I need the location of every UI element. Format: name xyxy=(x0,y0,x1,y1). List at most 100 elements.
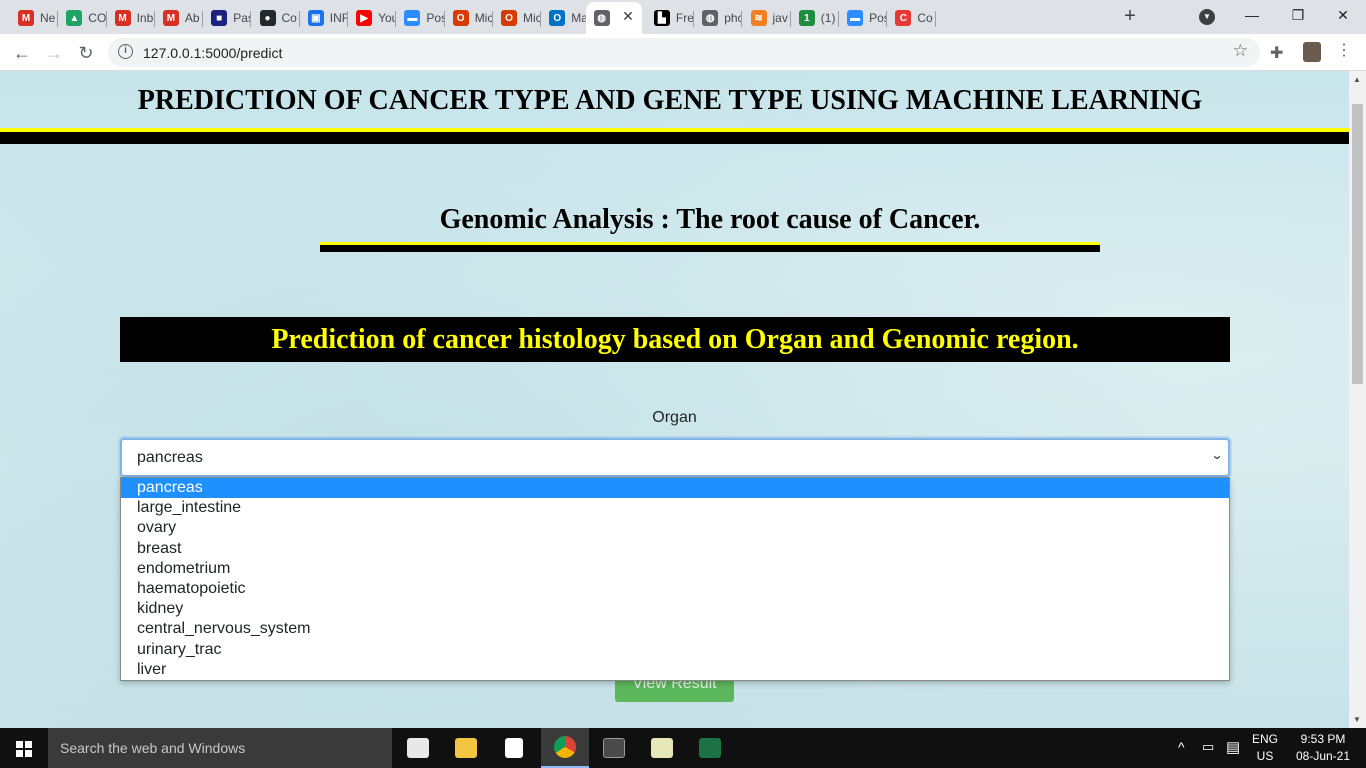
organ-option[interactable]: ovary xyxy=(121,518,1229,538)
terminal-app-icon[interactable] xyxy=(590,728,638,768)
browser-tab[interactable]: ▣ INF xyxy=(300,4,349,32)
title-divider-black xyxy=(0,132,1349,144)
scroll-up-arrow-icon[interactable]: ▲ xyxy=(1353,75,1361,84)
browser-tab[interactable]: O Ma xyxy=(541,4,590,32)
restore-button[interactable]: ❐ xyxy=(1275,0,1321,32)
zoom-icon: ▬ xyxy=(404,10,421,26)
url-text[interactable]: 127.0.0.1:5000/predict xyxy=(143,45,282,61)
organ-option[interactable]: urinary_trac xyxy=(121,640,1229,660)
store-app-icon[interactable] xyxy=(490,728,538,768)
globe-icon: ◍ xyxy=(593,10,610,26)
organ-option[interactable]: endometrium xyxy=(121,559,1229,579)
reload-icon[interactable]: ↻ xyxy=(72,39,100,67)
tab-separator xyxy=(934,11,936,27)
browser-menu-icon[interactable]: ⋮ xyxy=(1336,40,1352,60)
notification-icon: 1 xyxy=(798,10,815,26)
office-icon: O xyxy=(452,10,469,26)
site-icon: ▙ xyxy=(653,10,670,26)
tab-search-icon[interactable]: ▼ xyxy=(1199,9,1215,25)
tab-label: Fre xyxy=(675,11,694,25)
start-button[interactable] xyxy=(0,728,48,768)
organ-select[interactable]: pancreas ⌄ xyxy=(120,438,1230,477)
gmail-icon: M xyxy=(162,10,179,26)
tab-label: INF xyxy=(329,11,349,25)
browser-tab[interactable]: ▙ Fre xyxy=(646,4,695,32)
browser-tab[interactable]: ▶ You xyxy=(348,4,397,32)
organ-option[interactable]: kidney xyxy=(121,599,1229,619)
organ-option[interactable]: central_nervous_system xyxy=(121,619,1229,639)
browser-tab[interactable]: ◍ phc xyxy=(694,4,743,32)
browser-tab[interactable]: ▬ Pos xyxy=(396,4,445,32)
browser-tab[interactable]: ◍ ✕ xyxy=(585,2,642,34)
site-icon: C xyxy=(895,10,912,26)
tab-label: jav xyxy=(772,11,788,25)
tab-label: Mic xyxy=(523,11,542,25)
chevron-down-icon: ⌄ xyxy=(1210,448,1224,462)
back-arrow-icon[interactable]: ← xyxy=(8,39,36,67)
clock[interactable]: 9:53 PM 08-Jun-21 xyxy=(1292,732,1354,768)
taskbar-search-placeholder: Search the web and Windows xyxy=(60,740,246,756)
notifications-icon[interactable]: ▤ xyxy=(1226,738,1240,768)
browser-tab[interactable]: M Inb xyxy=(107,4,155,32)
organ-option[interactable]: liver xyxy=(121,660,1229,680)
browser-tab[interactable]: O Mic xyxy=(493,4,542,32)
office-icon: O xyxy=(501,10,517,26)
clock-time: 9:53 PM xyxy=(1300,732,1346,746)
organ-dropdown-list: pancreas large_intestine ovary breast endome… xyxy=(120,477,1230,681)
site-info-icon[interactable]: i xyxy=(118,44,133,59)
mail-app-icon[interactable] xyxy=(394,728,442,768)
browser-tab[interactable]: ■ Pas xyxy=(203,4,252,32)
vertical-scrollbar[interactable]: ▲ ▼ xyxy=(1349,71,1366,728)
google-drive-icon: ▲ xyxy=(66,10,83,26)
minimize-button[interactable]: — xyxy=(1229,0,1275,32)
browser-tab[interactable]: ▲ CO xyxy=(58,4,107,32)
close-tab-icon[interactable]: ✕ xyxy=(622,8,634,25)
organ-option[interactable]: large_intestine xyxy=(121,498,1229,518)
page-title: PREDICTION OF CANCER TYPE AND GENE TYPE … xyxy=(137,85,1203,116)
tab-label: phc xyxy=(724,11,743,25)
windows-logo-icon xyxy=(16,741,32,757)
browser-toolbar: ← → ↻ i 127.0.0.1:5000/predict ☆ xyxy=(0,34,1366,71)
language-indicator[interactable]: ENG US xyxy=(1252,732,1278,768)
excel-app-icon[interactable] xyxy=(686,728,734,768)
browser-tab[interactable]: ● Co xyxy=(252,4,300,32)
taskbar-search[interactable]: Search the web and Windows xyxy=(48,728,392,768)
new-tab-button[interactable]: + xyxy=(1118,5,1142,29)
extensions-puzzle-icon[interactable]: ✚ xyxy=(1270,43,1283,63)
tab-label: CO xyxy=(88,11,107,25)
organ-option[interactable]: haematopoietic xyxy=(121,579,1229,599)
page-viewport: PREDICTION OF CANCER TYPE AND GENE TYPE … xyxy=(0,71,1349,728)
browser-tab[interactable]: ▬ Pos xyxy=(839,4,888,32)
browser-tab[interactable]: O Mic xyxy=(445,4,493,32)
show-hidden-icons-chevron-icon[interactable]: ^ xyxy=(1178,739,1185,768)
address-bar[interactable]: i 127.0.0.1:5000/predict ☆ xyxy=(108,38,1260,67)
browser-tab[interactable]: M Ab xyxy=(155,4,204,32)
browser-tab[interactable]: ≋ jav xyxy=(743,4,791,32)
organ-select-value: pancreas xyxy=(137,449,203,466)
bookmark-star-icon[interactable]: ☆ xyxy=(1233,41,1248,61)
browser-tab[interactable]: 1 (1) xyxy=(791,4,840,32)
scrollbar-thumb[interactable] xyxy=(1352,104,1363,384)
organ-option[interactable]: breast xyxy=(121,539,1229,559)
youtube-icon: ▶ xyxy=(356,10,373,26)
subtitle-underline xyxy=(320,242,1100,252)
browser-tab[interactable]: C Co xyxy=(887,4,936,32)
tab-label: Co xyxy=(281,11,297,25)
region-code: US xyxy=(1256,749,1274,763)
github-icon: ● xyxy=(259,10,276,26)
network-icon[interactable]: ▭ xyxy=(1202,739,1214,768)
file-explorer-icon[interactable] xyxy=(442,728,490,768)
chrome-app-icon[interactable] xyxy=(541,728,589,768)
browser-tab[interactable]: M Ne xyxy=(10,4,59,32)
tab-label: Co xyxy=(917,11,933,25)
tab-label: Inb xyxy=(136,11,154,25)
organ-option[interactable]: pancreas xyxy=(121,478,1229,499)
site-icon: ■ xyxy=(211,10,228,26)
windows-taskbar: Search the web and Windows ^ ▭ ▤ ENG US … xyxy=(0,728,1366,768)
close-window-button[interactable]: ✕ xyxy=(1320,0,1366,32)
chart-app-icon[interactable] xyxy=(638,728,686,768)
forward-arrow-icon[interactable]: → xyxy=(40,39,68,67)
globe-icon: ◍ xyxy=(702,10,719,26)
profile-avatar[interactable] xyxy=(1303,42,1321,62)
scroll-down-arrow-icon[interactable]: ▼ xyxy=(1353,715,1361,724)
